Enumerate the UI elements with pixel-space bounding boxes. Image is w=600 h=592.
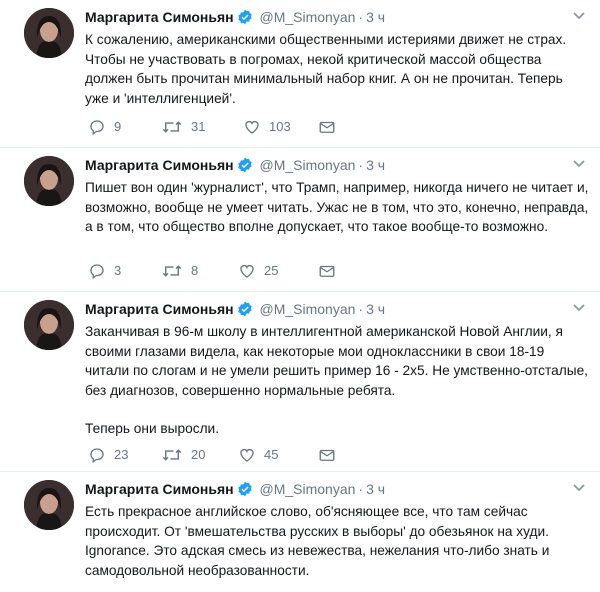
tweet-feed: Маргарита Симоньян @M_Simonyan · 3 ч К сож… — [0, 0, 600, 592]
chevron-down-icon[interactable] — [570, 298, 588, 316]
author-handle[interactable]: @M_Simonyan — [260, 481, 356, 497]
like-icon — [240, 448, 254, 462]
reply-count: 23 — [114, 447, 129, 462]
author-name[interactable]: Маргарита Симоньян — [85, 301, 234, 317]
tweet-paragraph: Теперь они выросли. — [85, 421, 220, 437]
reply-icon — [90, 448, 104, 464]
message-icon — [319, 449, 335, 461]
tweet-text: Есть прекрасное английское слово, об'ясн… — [85, 502, 590, 580]
verified-badge-icon — [237, 301, 253, 321]
chevron-down-icon[interactable] — [570, 6, 588, 24]
tweet[interactable]: Маргарита Симоньян @M_Simonyan · 3 ч Закан… — [0, 292, 600, 472]
like-count: 45 — [264, 447, 279, 462]
tweet-text: Заканчивая в 96-м школу в интеллигентной… — [85, 322, 590, 439]
author-name[interactable]: Маргарита Симоньян — [85, 157, 234, 173]
reply-button[interactable]: 9 — [88, 118, 121, 136]
retweet-icon — [162, 121, 182, 133]
reply-count: 9 — [114, 119, 122, 134]
like-count: 103 — [269, 119, 291, 134]
tweet-paragraph: Есть прекрасное английское слово, об'ясн… — [85, 504, 550, 578]
tweet-paragraph: Заканчивая в 96-м школу в интеллигентной… — [85, 324, 588, 398]
timestamp[interactable]: 3 ч — [366, 157, 385, 173]
message-icon — [319, 121, 335, 133]
separator: · — [358, 481, 364, 497]
tweet-paragraph: Пишет вон один 'журналист', что Трамп, н… — [85, 180, 589, 235]
tweet-header: Маргарита Симоньян @M_Simonyan · 3 ч — [85, 300, 385, 321]
verified-badge-icon — [237, 157, 253, 177]
retweet-icon — [162, 449, 182, 461]
chevron-down-icon[interactable] — [570, 154, 588, 172]
tweet-text: К сожалению, американскими общественными… — [85, 30, 590, 108]
retweet-button[interactable]: 20 — [161, 446, 205, 464]
reply-button[interactable]: 23 — [88, 446, 128, 464]
retweet-count: 20 — [191, 447, 206, 462]
timestamp[interactable]: 3 ч — [366, 9, 385, 25]
retweet-count: 31 — [191, 119, 206, 134]
retweet-icon — [162, 265, 182, 277]
like-button[interactable]: 45 — [238, 446, 278, 464]
tweet[interactable]: Маргарита Симоньян @M_Simonyan · 3 ч Пишет… — [0, 148, 600, 292]
tweet[interactable]: Маргарита Симоньян @M_Simonyan · 3 ч К сож… — [0, 0, 600, 148]
avatar[interactable] — [24, 480, 74, 530]
author-handle[interactable]: @M_Simonyan — [260, 157, 356, 173]
retweet-count: 8 — [191, 263, 199, 278]
author-name[interactable]: Маргарита Симоньян — [85, 9, 234, 25]
reply-icon — [90, 264, 104, 280]
retweet-button[interactable]: 31 — [161, 118, 205, 136]
avatar[interactable] — [24, 156, 74, 206]
avatar[interactable] — [24, 300, 74, 350]
message-icon — [319, 265, 335, 277]
separator: · — [358, 9, 364, 25]
timestamp[interactable]: 3 ч — [366, 301, 385, 317]
like-button[interactable]: 103 — [243, 118, 291, 136]
message-button[interactable] — [318, 446, 336, 464]
like-icon — [245, 120, 259, 134]
like-button[interactable]: 25 — [238, 262, 278, 280]
reply-icon — [90, 120, 104, 136]
separator: · — [358, 157, 364, 173]
tweet-header: Маргарита Симоньян @M_Simonyan · 3 ч — [85, 8, 385, 29]
tweet-header: Маргарита Симоньян @M_Simonyan · 3 ч — [85, 480, 385, 501]
author-name[interactable]: Маргарита Симоньян — [85, 481, 234, 497]
tweet[interactable]: Маргарита Симоньян @M_Simonyan · 3 ч Есть … — [0, 472, 600, 592]
verified-badge-icon — [237, 481, 253, 501]
like-count: 25 — [264, 263, 279, 278]
reply-count: 3 — [114, 263, 122, 278]
retweet-button[interactable]: 8 — [161, 262, 198, 280]
message-button[interactable] — [318, 262, 336, 280]
verified-badge-icon — [237, 9, 253, 29]
tweet-paragraph: К сожалению, американскими общественными… — [85, 32, 567, 106]
separator: · — [358, 301, 364, 317]
avatar[interactable] — [24, 8, 74, 58]
author-handle[interactable]: @M_Simonyan — [260, 9, 356, 25]
chevron-down-icon[interactable] — [570, 478, 588, 496]
like-icon — [240, 264, 254, 278]
tweet-text: Пишет вон один 'журналист', что Трамп, н… — [85, 178, 590, 237]
timestamp[interactable]: 3 ч — [366, 481, 385, 497]
reply-button[interactable]: 3 — [88, 262, 121, 280]
message-button[interactable] — [318, 118, 336, 136]
author-handle[interactable]: @M_Simonyan — [260, 301, 356, 317]
tweet-header: Маргарита Симоньян @M_Simonyan · 3 ч — [85, 156, 385, 177]
